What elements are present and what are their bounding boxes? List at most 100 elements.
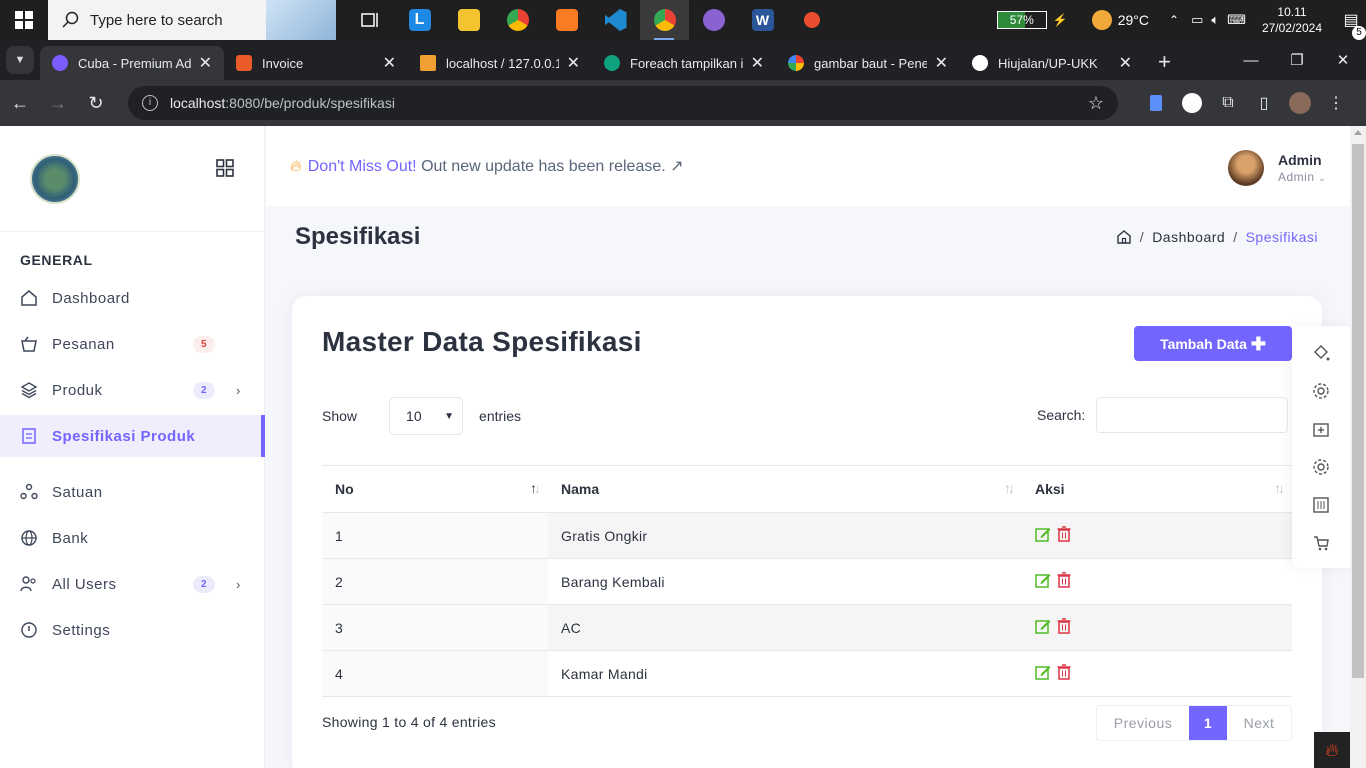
sort-asc-icon: ↑↓ xyxy=(530,480,541,496)
search-input[interactable] xyxy=(1096,397,1289,433)
keyboard-icon[interactable]: ⌨︎ xyxy=(1227,12,1246,28)
sidebar-item-all-users[interactable]: All Users 2 › xyxy=(0,563,265,605)
side-panel-icon[interactable]: ▯ xyxy=(1246,85,1282,121)
sidebar-item-produk[interactable]: Produk 2 › xyxy=(0,369,265,411)
trash-icon[interactable] xyxy=(1057,572,1071,588)
column-label: Aksi xyxy=(1035,481,1065,497)
column-header-aksi[interactable]: Aksi ↑↓ xyxy=(1022,465,1292,513)
trash-icon[interactable] xyxy=(1057,618,1071,634)
sidebar-item-pesanan[interactable]: Pesanan 5 xyxy=(0,323,265,365)
notice-highlight[interactable]: Don't Miss Out! xyxy=(308,158,417,175)
address-bar[interactable]: i localhost:8080/be/produk/spesifikasi ☆ xyxy=(128,86,1118,120)
table-header-row: No ↑↓ Nama ↑↓ Aksi ↑↓ xyxy=(322,465,1292,513)
sidebar-item-satuan[interactable]: Satuan xyxy=(0,471,265,513)
profile-menu[interactable]: Admin Admin ⌄ xyxy=(1228,150,1326,186)
profile-avatar[interactable] xyxy=(1282,85,1318,121)
new-tab-button[interactable]: + xyxy=(1158,49,1171,75)
edit-icon[interactable] xyxy=(1035,526,1051,542)
sidebar-item-settings[interactable]: Settings xyxy=(0,609,265,651)
chevron-up-icon[interactable]: ⌃ xyxy=(1169,13,1179,27)
temperature: 29°C xyxy=(1117,12,1149,28)
extension-icon[interactable] xyxy=(1138,85,1174,121)
pagination: Previous 1 Next xyxy=(1096,705,1292,741)
trash-icon[interactable] xyxy=(1057,664,1071,680)
start-button[interactable] xyxy=(0,0,48,40)
tab-cuba[interactable]: Cuba - Premium Adm ✕ xyxy=(40,46,224,80)
close-icon[interactable]: ✕ xyxy=(1119,53,1132,73)
edit-icon[interactable] xyxy=(1035,664,1051,680)
page-scrollbar[interactable] xyxy=(1350,126,1366,768)
add-data-button[interactable]: Tambah Data ✚ xyxy=(1134,326,1292,361)
notification-center[interactable]: ▤ 5 xyxy=(1336,10,1366,40)
edit-icon[interactable] xyxy=(1035,618,1051,634)
tab-chatgpt[interactable]: Foreach tampilkan in ✕ xyxy=(592,46,776,80)
next-button[interactable]: Next xyxy=(1227,706,1291,740)
sidebar-item-spesifikasi-produk[interactable]: Spesifikasi Produk xyxy=(0,415,265,457)
gear-icon[interactable] xyxy=(1292,372,1350,410)
taskbar-app-l[interactable]: L xyxy=(395,0,444,40)
extensions-puzzle-icon[interactable]: ⧉ xyxy=(1210,85,1246,121)
column-header-no[interactable]: No ↑↓ xyxy=(322,465,548,513)
forward-button[interactable]: → xyxy=(40,85,76,121)
taskbar-github[interactable] xyxy=(689,0,738,40)
arrow-up-right-icon[interactable]: ↗ xyxy=(666,158,683,175)
scroll-up-arrow[interactable] xyxy=(1354,130,1362,135)
cart-icon[interactable] xyxy=(1292,524,1350,562)
restore-button[interactable]: ❐ xyxy=(1274,40,1320,80)
taskbar-word[interactable]: W xyxy=(738,0,787,40)
breadcrumb-dashboard[interactable]: Dashboard xyxy=(1152,229,1225,245)
battery-indicator[interactable]: 57% xyxy=(996,11,1047,29)
logo[interactable] xyxy=(30,154,80,204)
taskbar-vscode[interactable] xyxy=(591,0,640,40)
site-info-icon[interactable]: i xyxy=(142,95,158,111)
close-icon[interactable]: ✕ xyxy=(751,53,764,73)
bookmark-star-icon[interactable]: ☆ xyxy=(1088,93,1104,114)
taskbar-chrome-active[interactable] xyxy=(640,0,689,40)
back-button[interactable]: ← xyxy=(2,85,38,121)
taskbar-search[interactable]: Type here to search xyxy=(48,0,336,40)
page-1-button[interactable]: 1 xyxy=(1189,706,1227,740)
volume-icon[interactable]: 🔈︎ xyxy=(1211,12,1219,28)
edit-icon[interactable] xyxy=(1035,572,1051,588)
column-label: Nama xyxy=(561,481,600,497)
chrome-menu-icon[interactable]: ⋮ xyxy=(1318,85,1354,121)
codeigniter-debug-icon[interactable]: 🔥︎ xyxy=(1314,732,1350,768)
add-box-icon[interactable] xyxy=(1292,410,1350,448)
weather-widget[interactable]: 29°C xyxy=(1091,10,1149,30)
close-icon[interactable]: ✕ xyxy=(383,53,396,73)
close-icon[interactable]: ✕ xyxy=(199,53,212,73)
minimize-button[interactable]: — xyxy=(1228,40,1274,80)
paint-bucket-icon[interactable] xyxy=(1292,334,1350,372)
reload-button[interactable]: ↻ xyxy=(78,85,114,121)
tab-invoice[interactable]: Invoice ✕ xyxy=(224,46,408,80)
tab-github[interactable]: Hiujalan/UP-UKK ✕ xyxy=(960,46,1144,80)
sidebar-item-label: Spesifikasi Produk xyxy=(52,427,196,445)
close-icon[interactable]: ✕ xyxy=(935,53,948,73)
close-icon[interactable]: ✕ xyxy=(567,53,580,73)
column-header-nama[interactable]: Nama ↑↓ xyxy=(548,465,1022,513)
grid-toggle-icon[interactable] xyxy=(216,159,234,177)
previous-button[interactable]: Previous xyxy=(1097,706,1189,740)
taskbar-git[interactable] xyxy=(787,0,836,40)
sidebar-item-bank[interactable]: Bank xyxy=(0,517,265,559)
clock[interactable]: 10.11 27/02/2024 xyxy=(1262,4,1322,36)
tab-title: localhost / 127.0.0.1 / xyxy=(446,55,559,71)
taskbar-xampp[interactable] xyxy=(542,0,591,40)
taskbar-file-explorer[interactable] xyxy=(444,0,493,40)
sidebar-item-dashboard[interactable]: Dashboard xyxy=(0,277,265,319)
task-view-button[interactable] xyxy=(346,0,395,40)
home-icon[interactable] xyxy=(1116,229,1132,245)
tab-phpmyadmin[interactable]: localhost / 127.0.0.1 / ✕ xyxy=(408,46,592,80)
entries-select[interactable]: 10 ▼ xyxy=(389,397,464,435)
scrollbar-thumb[interactable] xyxy=(1352,144,1364,678)
taskbar-chrome[interactable] xyxy=(493,0,542,40)
tab-google[interactable]: gambar baut - Penel ✕ xyxy=(776,46,960,80)
sliders-icon[interactable] xyxy=(1292,486,1350,524)
trash-icon[interactable] xyxy=(1057,526,1071,542)
gear-icon[interactable] xyxy=(1292,448,1350,486)
tab-search-button[interactable]: ▼ xyxy=(6,46,34,74)
extension-icon[interactable] xyxy=(1174,85,1210,121)
network-icon[interactable]: ▭ xyxy=(1191,12,1203,28)
window-close-button[interactable]: ✕ xyxy=(1320,40,1366,80)
sidebar: GENERAL Dashboard Pesanan 5 Produk 2 › S… xyxy=(0,126,265,768)
